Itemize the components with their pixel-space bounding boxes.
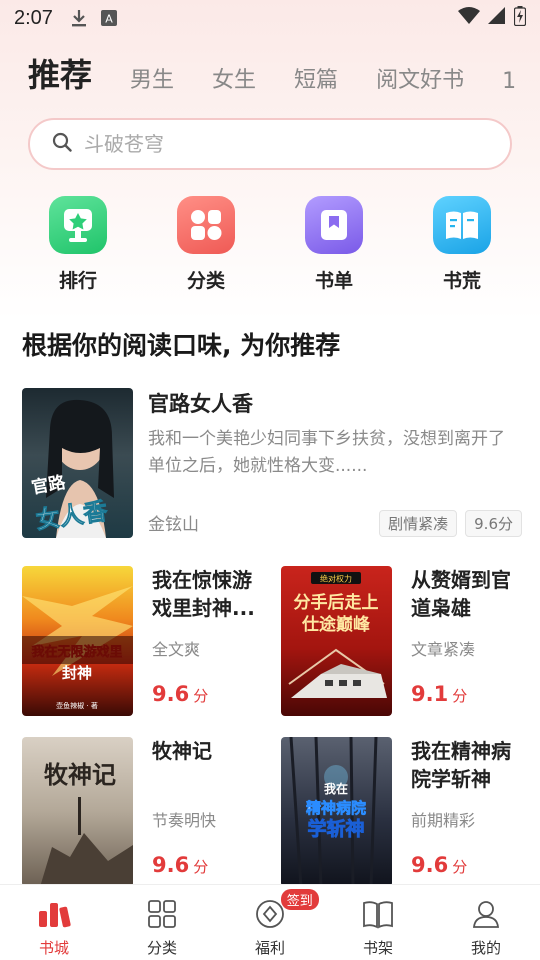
welfare-icon — [255, 899, 285, 933]
cover-title-line: 学斩神 — [307, 817, 364, 840]
nav-category[interactable]: 分类 — [108, 885, 216, 960]
book-card[interactable]: 绝对权力 分手后走上 仕途巅峰 从赘婿到官道枭雄 文章紧凑 9.1 分 — [281, 566, 521, 716]
category-tabs: 推荐 男生 女生 短篇 阅文好书 1 — [28, 52, 540, 102]
signal-icon — [488, 6, 506, 30]
book-cover: 我在 精神病院 学斩神 — [281, 737, 392, 887]
book-author: 金铉山 — [148, 515, 199, 535]
cover-title-line: 牧神记 — [44, 760, 116, 789]
tab-short[interactable]: 短篇 — [294, 62, 338, 102]
svg-text:A: A — [105, 13, 113, 26]
book-cover: 牧神记 — [22, 737, 133, 887]
nav-label: 福利 — [254, 939, 285, 957]
book-card[interactable]: 我在无限游戏里 封神 壶鱼辣椒 · 著 我在惊悚游戏里封神... 全文爽 9.6… — [22, 566, 262, 716]
score-value: 9.6 — [152, 853, 190, 877]
wifi-icon — [458, 6, 480, 30]
quick-link-book-shortage[interactable]: 书荒 — [417, 196, 507, 296]
ranking-icon — [49, 196, 107, 254]
cover-tagline: 绝对权力 — [320, 574, 352, 584]
status-bar: 2:07 A — [0, 0, 540, 36]
book-score: 9.1 分 — [411, 682, 467, 706]
nav-profile[interactable]: 我的 — [432, 885, 540, 960]
book-score: 9.6 分 — [411, 853, 467, 877]
tab-yuewen-books[interactable]: 阅文好书 — [376, 62, 464, 102]
tab-more[interactable]: 1 — [502, 69, 516, 102]
nav-label: 书架 — [362, 939, 393, 957]
book-description: 我和一个美艳少妇同事下乡扶贫，没想到离开了单位之后，她就性格大变...... — [148, 429, 505, 476]
cover-title-line: 官路 — [30, 472, 68, 499]
cover-title-line: 精神病院 — [306, 799, 366, 817]
book-title: 我在惊悚游戏里封神... — [152, 568, 255, 620]
nav-welfare[interactable]: 签到 福利 — [216, 885, 324, 960]
nav-label: 书城 — [38, 939, 69, 957]
book-cover: 我在无限游戏里 封神 壶鱼辣椒 · 著 — [22, 566, 133, 716]
score-value: 9.6 — [411, 853, 449, 877]
quick-link-label: 书单 — [314, 270, 353, 292]
nav-bookshelf[interactable]: 书架 — [324, 885, 432, 960]
booklist-icon — [305, 196, 363, 254]
score-unit: 分 — [193, 858, 209, 876]
tag-label: 剧情紧凑 — [379, 510, 458, 537]
book-shortage-icon — [433, 196, 491, 254]
book-title: 从赘婿到官道枭雄 — [411, 568, 511, 620]
category-icon — [177, 196, 235, 254]
book-score: 9.6 分 — [152, 853, 208, 877]
cover-title-line: 分手后走上 — [294, 592, 379, 613]
book-tags: 剧情紧凑 9.6分 — [379, 510, 522, 537]
bookshelf-icon — [362, 899, 394, 933]
quick-link-label: 排行 — [58, 270, 97, 292]
book-score: 9.6 分 — [152, 682, 208, 706]
book-subtitle: 全文爽 — [152, 640, 201, 659]
bookstore-icon — [37, 899, 71, 933]
cover-title-line: 我在 — [324, 781, 348, 796]
quick-link-booklist[interactable]: 书单 — [289, 196, 379, 296]
search-icon — [52, 132, 72, 156]
score-unit: 分 — [452, 687, 468, 705]
score-unit: 分 — [452, 858, 468, 876]
profile-icon — [471, 899, 501, 933]
score-unit: 分 — [193, 687, 209, 705]
book-title: 我在精神病院学斩神 — [411, 739, 511, 791]
nav-bookstore[interactable]: 书城 — [0, 885, 108, 960]
book-card[interactable]: 我在 精神病院 学斩神 我在精神病院学斩神 前期精彩 9.6 分 — [281, 737, 521, 887]
search-bar[interactable] — [28, 118, 512, 170]
featured-book[interactable]: 官路 女人香 官路女人香 我和一个美艳少妇同事下乡扶贫，没想到离开了单位之后，她… — [22, 388, 522, 538]
cover-author: 壶鱼辣椒 · 著 — [56, 701, 98, 710]
score-value: 9.6 — [152, 682, 190, 706]
quick-link-ranking[interactable]: 排行 — [33, 196, 123, 296]
cover-title-line: 仕途巅峰 — [301, 614, 371, 635]
quick-link-label: 分类 — [186, 270, 225, 292]
book-subtitle: 节奏明快 — [152, 811, 217, 830]
score-value: 9.1 — [411, 682, 449, 706]
book-subtitle: 前期精彩 — [411, 811, 476, 830]
quick-link-category[interactable]: 分类 — [161, 196, 251, 296]
book-subtitle: 文章紧凑 — [411, 640, 476, 659]
download-icon — [71, 9, 87, 27]
tab-female[interactable]: 女生 — [212, 62, 256, 102]
quick-link-label: 书荒 — [442, 270, 481, 292]
book-title: 官路女人香 — [148, 392, 253, 416]
tag-score: 9.6分 — [465, 510, 522, 537]
search-input[interactable] — [84, 132, 464, 156]
accessibility-icon: A — [100, 10, 117, 26]
nav-label: 我的 — [470, 939, 501, 957]
section-title: 根据你的阅读口味, 为你推荐 — [22, 331, 341, 360]
cover-title-line: 我在无限游戏里 — [31, 644, 122, 660]
book-card[interactable]: 牧神记 牧神记 节奏明快 9.6 分 — [22, 737, 262, 887]
bottom-nav: 书城 分类 签到 福利 书架 我的 — [0, 884, 540, 960]
quick-links: 排行 分类 书单 书荒 — [0, 196, 540, 296]
book-title: 牧神记 — [152, 739, 212, 763]
status-time: 2:07 — [14, 6, 53, 29]
checkin-badge: 签到 — [280, 889, 319, 910]
book-cover: 官路 女人香 — [22, 388, 133, 538]
nav-label: 分类 — [146, 939, 177, 957]
tab-recommend[interactable]: 推荐 — [28, 50, 92, 102]
grid-icon — [147, 899, 177, 933]
book-cover: 绝对权力 分手后走上 仕途巅峰 — [281, 566, 392, 716]
battery-charging-icon — [513, 5, 527, 31]
cover-title-line: 封神 — [62, 664, 92, 682]
tab-male[interactable]: 男生 — [130, 62, 174, 102]
